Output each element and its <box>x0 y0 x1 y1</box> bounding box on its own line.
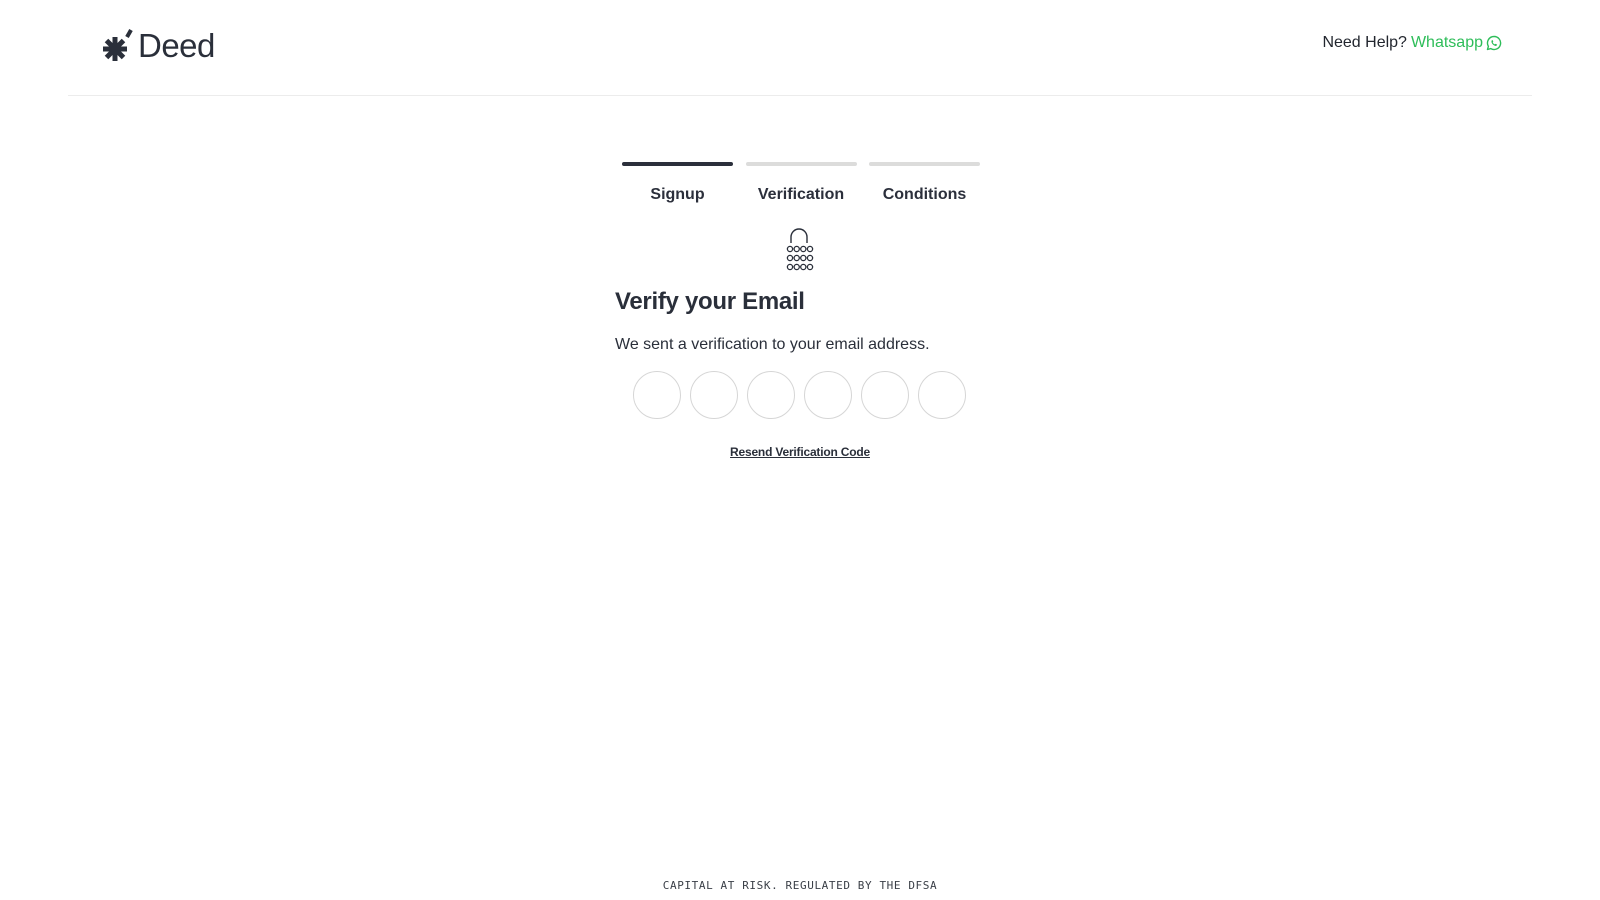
step-bar-conditions <box>869 162 980 166</box>
whatsapp-icon[interactable] <box>1486 35 1502 51</box>
logo[interactable]: Deed <box>100 26 215 66</box>
step-bar-verification <box>745 162 857 166</box>
step-label-conditions: Conditions <box>882 186 967 203</box>
resend-row: Resend Verification Code <box>0 445 1600 459</box>
step-bar-signup <box>622 162 733 166</box>
step-label-signup: Signup <box>650 186 705 203</box>
help-contact: Need Help? Whatsapp <box>1322 34 1502 52</box>
page-subtitle: We sent a verification to your email add… <box>615 336 930 353</box>
code-digit-5[interactable] <box>861 371 909 419</box>
lock-keypad-icon <box>786 228 814 271</box>
step-label-verification: Verification <box>757 186 845 203</box>
footer-disclaimer: CAPITAL AT RISK. REGULATED BY THE DFSA <box>662 879 938 892</box>
logo-text: Deed <box>138 27 215 64</box>
resend-verification-code-link[interactable]: Resend Verification Code <box>730 445 870 459</box>
page-title: Verify your Email <box>615 288 805 315</box>
code-digit-6[interactable] <box>918 371 966 419</box>
progress-stepper: Signup Verification Conditions <box>622 162 980 204</box>
code-digit-3[interactable] <box>747 371 795 419</box>
code-digit-2[interactable] <box>690 371 738 419</box>
verification-code-input-group <box>633 371 966 419</box>
whatsapp-link[interactable]: Whatsapp <box>1411 34 1483 52</box>
asterisk-logo-icon <box>103 29 133 61</box>
header: Deed Need Help? Whatsapp <box>68 0 1532 96</box>
code-digit-4[interactable] <box>804 371 852 419</box>
help-label: Need Help? <box>1322 34 1407 51</box>
code-digit-1[interactable] <box>633 371 681 419</box>
